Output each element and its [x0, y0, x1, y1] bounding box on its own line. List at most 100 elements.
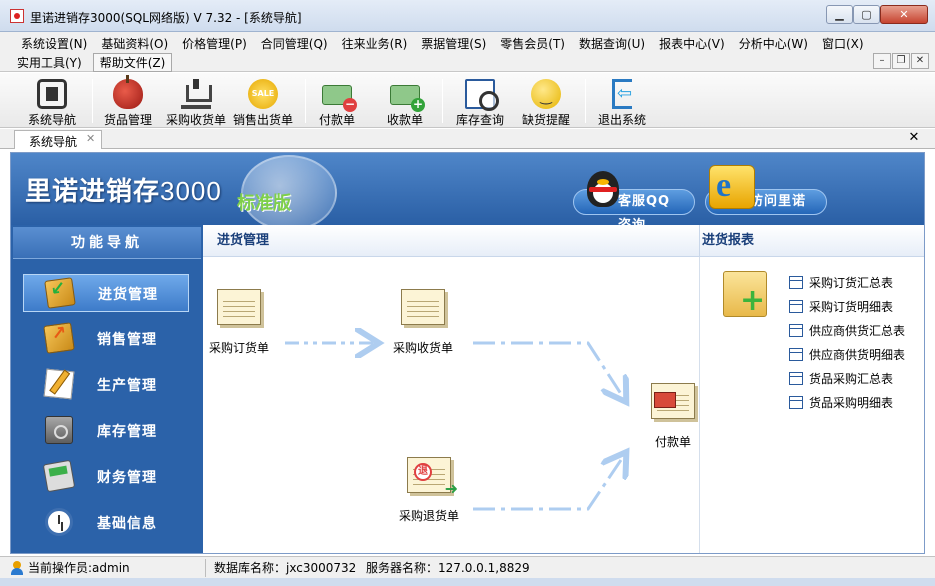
database-name: 数据库名称：jxc3000732 — [214, 561, 357, 575]
mdi-close-button[interactable]: ✕ — [911, 53, 929, 69]
sidebar-item-label: 销售管理 — [97, 332, 157, 348]
report-window-icon — [789, 372, 803, 385]
toolbar-purchase-receipt-button[interactable]: 采购收货单 — [163, 77, 229, 127]
navigation-page: 里诺进销存3000 标准版 客服QQ咨询 访问里诺 e 功能导航 进货管理 销售… — [10, 152, 925, 554]
menu-accounts[interactable]: 往来业务(R) — [335, 34, 415, 53]
report-item-label: 货品采购汇总表 — [809, 372, 894, 386]
panel-close-icon[interactable]: ✕ — [907, 130, 921, 146]
flow-node-purchase-receipt[interactable]: 采购收货单 — [381, 289, 465, 356]
toolbar-separator — [585, 79, 586, 123]
reports-section-header: 进货报表 — [699, 225, 924, 257]
shortage-alert-icon — [531, 79, 561, 109]
toolbar-sales-shipment-button[interactable]: 销售出货单 — [230, 77, 296, 127]
mdi-restore-button[interactable]: ❐ — [892, 53, 910, 69]
close-button[interactable]: ✕ — [880, 5, 928, 24]
sidebar-item-label: 基础信息 — [97, 516, 157, 532]
menu-retail-member[interactable]: 零售会员(T) — [493, 34, 572, 53]
mdi-minimize-button[interactable]: – — [873, 53, 891, 69]
toolbar-payment-button[interactable]: − 付款单 — [312, 77, 362, 127]
flow-node-label: 采购退货单 — [398, 509, 459, 523]
flow-node-purchase-order[interactable]: 采购订货单 — [197, 289, 281, 356]
menu-contract-management[interactable]: 合同管理(Q) — [254, 34, 335, 53]
purchase-report-list: 采购订货汇总表 采购订货明细表 供应商供货汇总表 供应商供货明细表 货品采购汇总… — [789, 273, 905, 417]
menu-window[interactable]: 窗口(X) — [815, 34, 871, 53]
edition-label: 标准版 — [237, 193, 291, 214]
purchase-box-icon — [44, 277, 76, 309]
toolbar-goods-management-button[interactable]: 货品管理 — [98, 75, 158, 127]
browser-icon[interactable]: e — [709, 165, 755, 209]
sidebar-item-finance[interactable]: 财务管理 — [23, 458, 189, 496]
sidebar-item-label: 生产管理 — [97, 378, 157, 394]
toolbar-label: 退出系统 — [597, 113, 646, 127]
toolbar-exit-system-button[interactable]: 退出系统 — [592, 77, 652, 127]
toolbar-label: 货品管理 — [103, 113, 152, 127]
basic-info-clock-icon — [45, 508, 73, 536]
report-item-label: 供应商供货明细表 — [809, 348, 906, 362]
menu-system-settings[interactable]: 系统设置(N) — [14, 34, 94, 53]
tab-system-navigation[interactable]: 系统导航 ✕ — [14, 130, 102, 149]
payment-money-icon: − — [322, 85, 357, 112]
menu-row-main: 系统设置(N) 基础资料(O) 价格管理(P) 合同管理(Q) 往来业务(R) … — [14, 34, 871, 53]
sidebar-item-label: 财务管理 — [97, 470, 157, 486]
menu-report-center[interactable]: 报表中心(V) — [652, 34, 732, 53]
toolbar-label: 收款单 — [386, 113, 423, 127]
flow-node-label: 采购收货单 — [392, 341, 453, 355]
purchase-receipt-document-icon — [401, 289, 445, 325]
sidebar-item-inventory[interactable]: 库存管理 — [23, 412, 189, 450]
document-tab-strip: 系统导航 ✕ ✕ — [0, 129, 935, 149]
toolbar-label: 系统导航 — [27, 113, 76, 127]
finance-pos-icon — [42, 459, 76, 493]
function-navigation-sidebar: 功能导航 进货管理 销售管理 生产管理 库存管理 财务管理 基础信息 — [11, 225, 203, 553]
toolbar-label: 销售出货单 — [232, 113, 293, 127]
current-operator: 当前操作员:admin — [10, 559, 206, 577]
toolbar-separator — [305, 79, 306, 123]
sidebar-item-purchase[interactable]: 进货管理 — [23, 274, 189, 312]
report-goods-purchase-summary[interactable]: 货品采购汇总表 — [789, 369, 905, 393]
report-purchase-order-summary[interactable]: 采购订货汇总表 — [789, 273, 905, 297]
logo-text: 里诺进销存 — [25, 177, 161, 207]
user-icon — [10, 561, 24, 575]
report-supplier-supply-detail[interactable]: 供应商供货明细表 — [789, 345, 905, 369]
menu-price-management[interactable]: 价格管理(P) — [175, 34, 254, 53]
minimize-button[interactable]: ▁ — [826, 5, 853, 24]
sidebar-item-label: 进货管理 — [98, 287, 158, 303]
report-window-icon — [789, 276, 803, 289]
flow-node-payment[interactable]: 付款单 — [631, 383, 715, 450]
report-item-label: 供应商供货汇总表 — [809, 324, 906, 338]
toolbar: 系统导航 货品管理 采购收货单 销售出货单 − 付款单 + 收款单 库存查询 缺… — [0, 73, 935, 128]
qq-penguin-icon[interactable] — [583, 161, 623, 209]
menu-help-files[interactable]: 帮助文件(Z) — [92, 53, 173, 72]
inventory-search-icon — [465, 79, 499, 111]
payment-money-stack-icon — [654, 392, 676, 408]
sidebar-item-basic-info[interactable]: 基础信息 — [23, 504, 189, 542]
report-goods-purchase-detail[interactable]: 货品采购明细表 — [789, 393, 905, 417]
report-window-icon — [789, 324, 803, 337]
sales-box-icon — [43, 322, 75, 354]
maximize-button[interactable]: ▢ — [853, 5, 880, 24]
toolbar-receipt-button[interactable]: + 收款单 — [380, 77, 430, 127]
menu-utilities[interactable]: 实用工具(Y) — [10, 53, 89, 72]
report-folder-add-icon — [723, 271, 767, 317]
toolbar-separator — [442, 79, 443, 123]
tab-close-icon[interactable]: ✕ — [86, 132, 95, 145]
report-purchase-order-detail[interactable]: 采购订货明细表 — [789, 297, 905, 321]
toolbar-shortage-alert-button[interactable]: 缺货提醒 — [516, 77, 576, 127]
sidebar-item-production[interactable]: 生产管理 — [23, 366, 189, 404]
server-name: 服务器名称：127.0.0.1,8829 — [366, 561, 530, 575]
flow-node-label: 付款单 — [654, 435, 691, 449]
sidebar-item-sales[interactable]: 销售管理 — [23, 320, 189, 358]
mdi-window-controls: – ❐ ✕ — [873, 53, 929, 69]
flow-arrow-return-to-payment — [473, 457, 623, 511]
toolbar-separator — [92, 79, 93, 123]
toolbar-inventory-query-button[interactable]: 库存查询 — [450, 77, 510, 127]
toolbar-system-navigation-button[interactable]: 系统导航 — [22, 77, 82, 127]
menu-bill-management[interactable]: 票据管理(S) — [414, 34, 493, 53]
menu-bar: 系统设置(N) 基础资料(O) 价格管理(P) 合同管理(Q) 往来业务(R) … — [0, 32, 935, 72]
purchase-order-document-icon — [217, 289, 261, 325]
report-supplier-supply-summary[interactable]: 供应商供货汇总表 — [789, 321, 905, 345]
menu-data-query[interactable]: 数据查询(U) — [572, 34, 652, 53]
flow-node-purchase-return[interactable]: 退 ➜ 采购退货单 — [387, 457, 471, 524]
menu-analysis-center[interactable]: 分析中心(W) — [732, 34, 815, 53]
app-icon[interactable] — [10, 9, 24, 23]
menu-base-data[interactable]: 基础资料(O) — [94, 34, 175, 53]
